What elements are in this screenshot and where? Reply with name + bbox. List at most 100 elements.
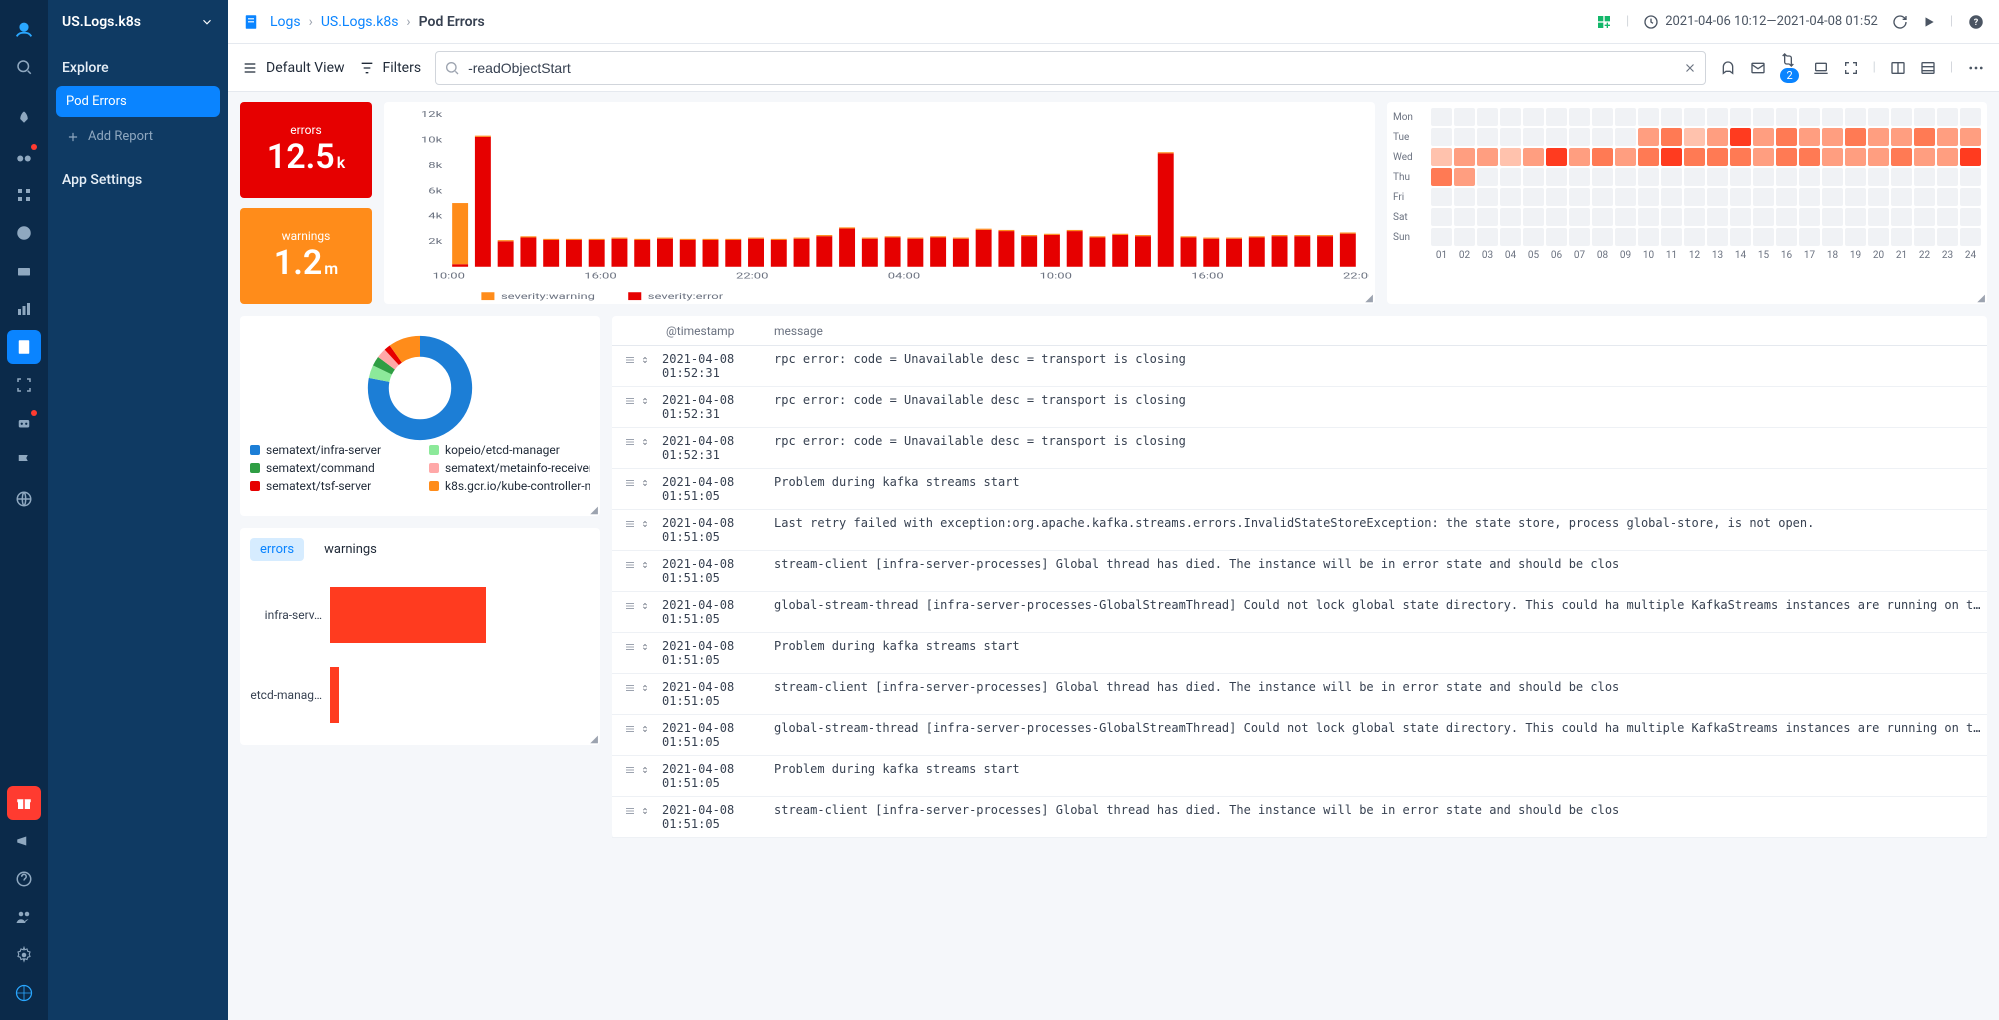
gift-icon[interactable]	[7, 786, 41, 820]
clear-search-icon[interactable]	[1683, 61, 1697, 75]
heatmap-cell[interactable]	[1707, 228, 1728, 246]
heatmap-cell[interactable]	[1799, 168, 1820, 186]
drag-icon[interactable]	[624, 723, 636, 735]
heatmap-cell[interactable]	[1523, 148, 1544, 166]
heatmap-cell[interactable]	[1684, 228, 1705, 246]
heatmap-cell[interactable]	[1592, 228, 1613, 246]
drag-icon[interactable]	[624, 764, 636, 776]
heatmap-cell[interactable]	[1730, 128, 1751, 146]
heatmap-cell[interactable]	[1845, 108, 1866, 126]
heatmap-cell[interactable]	[1776, 108, 1797, 126]
heatmap-cell[interactable]	[1730, 228, 1751, 246]
heatmap-cell[interactable]	[1799, 228, 1820, 246]
heatmap-cell[interactable]	[1569, 208, 1590, 226]
play-icon[interactable]	[1922, 15, 1936, 29]
flag-icon[interactable]	[7, 444, 41, 478]
log-row[interactable]: 2021-04-0801:51:05 stream-client [infra-…	[612, 674, 1987, 715]
heatmap-cell[interactable]	[1684, 168, 1705, 186]
heatmap-cell[interactable]	[1891, 128, 1912, 146]
heatmap-cell[interactable]	[1868, 148, 1889, 166]
log-row[interactable]: 2021-04-0801:52:31 rpc error: code = Una…	[612, 346, 1987, 387]
heatmap-cell[interactable]	[1546, 228, 1567, 246]
heatmap-cell[interactable]	[1960, 188, 1981, 206]
heatmap-cell[interactable]	[1914, 148, 1935, 166]
legend-item[interactable]: sematext/command	[250, 461, 411, 475]
heatmap-cell[interactable]	[1799, 208, 1820, 226]
heatmap-cell[interactable]	[1822, 148, 1843, 166]
heatmap-cell[interactable]	[1868, 108, 1889, 126]
layout-split-icon[interactable]	[1890, 60, 1906, 76]
heatmap-cell[interactable]	[1569, 228, 1590, 246]
fullscreen-icon[interactable]	[1843, 60, 1859, 76]
col-message[interactable]: message	[762, 324, 1987, 338]
heatmap-cell[interactable]	[1707, 188, 1728, 206]
drag-icon[interactable]	[624, 682, 636, 694]
heatmap-cell[interactable]	[1937, 188, 1958, 206]
expand-icon[interactable]	[640, 436, 650, 448]
legend-item[interactable]: sematext/metainfo-receiver	[429, 461, 590, 475]
heatmap-cell[interactable]	[1615, 228, 1636, 246]
heatmap-cell[interactable]	[1845, 228, 1866, 246]
chart-bar-icon[interactable]	[7, 292, 41, 326]
time-range-picker[interactable]: 2021-04-06 10:12—2021-04-08 01:52	[1643, 14, 1878, 30]
heatmap-cell[interactable]	[1431, 208, 1452, 226]
robot-icon[interactable]	[7, 406, 41, 440]
heatmap-cell[interactable]	[1707, 148, 1728, 166]
binoculars-icon[interactable]	[7, 140, 41, 174]
heatmap-cell[interactable]	[1500, 188, 1521, 206]
heatmap-cell[interactable]	[1960, 128, 1981, 146]
expand-icon[interactable]	[640, 723, 650, 735]
heatmap-cell[interactable]	[1730, 188, 1751, 206]
heatmap-cell[interactable]	[1684, 208, 1705, 226]
heatmap-cell[interactable]	[1937, 228, 1958, 246]
heatmap-cell[interactable]	[1523, 108, 1544, 126]
heatmap-cell[interactable]	[1661, 148, 1682, 166]
log-row[interactable]: 2021-04-0801:51:05 global-stream-thread …	[612, 715, 1987, 756]
log-row[interactable]: 2021-04-0801:51:05 stream-client [infra-…	[612, 797, 1987, 838]
mail-icon[interactable]	[1750, 60, 1766, 76]
heatmap-cell[interactable]	[1776, 228, 1797, 246]
heatmap-cell[interactable]	[1891, 168, 1912, 186]
help-circle-icon[interactable]	[7, 862, 41, 896]
drag-icon[interactable]	[624, 395, 636, 407]
heatmap-cell[interactable]	[1477, 208, 1498, 226]
heatmap-cell[interactable]	[1546, 128, 1567, 146]
legend-item[interactable]: sematext/infra-server	[250, 443, 411, 457]
layout-list-icon[interactable]	[1920, 60, 1936, 76]
heatmap-cell[interactable]	[1523, 128, 1544, 146]
legend-item[interactable]: k8s.gcr.io/kube-controller-manager	[429, 479, 590, 493]
heatmap-cell[interactable]	[1477, 168, 1498, 186]
app-switcher-icon[interactable]	[7, 976, 41, 1010]
heatmap-cell[interactable]	[1477, 228, 1498, 246]
drag-icon[interactable]	[624, 354, 636, 366]
heatmap-cell[interactable]	[1431, 128, 1452, 146]
legend-item[interactable]: sematext/tsf-server	[250, 479, 411, 493]
heatmap-cell[interactable]	[1868, 188, 1889, 206]
heatmap-cell[interactable]	[1776, 128, 1797, 146]
heatmap-cell[interactable]	[1638, 148, 1659, 166]
bell-icon[interactable]	[1720, 60, 1736, 76]
heatmap-cell[interactable]	[1523, 168, 1544, 186]
refresh-icon[interactable]	[1892, 14, 1908, 30]
tab-errors[interactable]: errors	[250, 538, 304, 561]
heatmap-cell[interactable]	[1868, 208, 1889, 226]
heatmap-cell[interactable]	[1684, 128, 1705, 146]
expand-icon[interactable]	[640, 354, 650, 366]
heatmap-cell[interactable]	[1615, 208, 1636, 226]
drag-icon[interactable]	[624, 641, 636, 653]
drag-icon[interactable]	[624, 477, 636, 489]
heatmap-cell[interactable]	[1799, 128, 1820, 146]
heatmap-cell[interactable]	[1592, 128, 1613, 146]
resize-handle-icon[interactable]: ◢	[590, 505, 598, 516]
heatmap-cell[interactable]	[1569, 108, 1590, 126]
heatmap-cell[interactable]	[1822, 128, 1843, 146]
heatmap-cell[interactable]	[1868, 168, 1889, 186]
heatmap-cell[interactable]	[1776, 208, 1797, 226]
log-row[interactable]: 2021-04-0801:51:05 Problem during kafka …	[612, 633, 1987, 674]
heatmap-cell[interactable]	[1661, 208, 1682, 226]
heatmap-cell[interactable]	[1914, 188, 1935, 206]
users-icon[interactable]	[7, 900, 41, 934]
resize-handle-icon[interactable]: ◢	[590, 734, 598, 745]
heatmap-cell[interactable]	[1799, 148, 1820, 166]
inbox-icon[interactable]	[7, 254, 41, 288]
